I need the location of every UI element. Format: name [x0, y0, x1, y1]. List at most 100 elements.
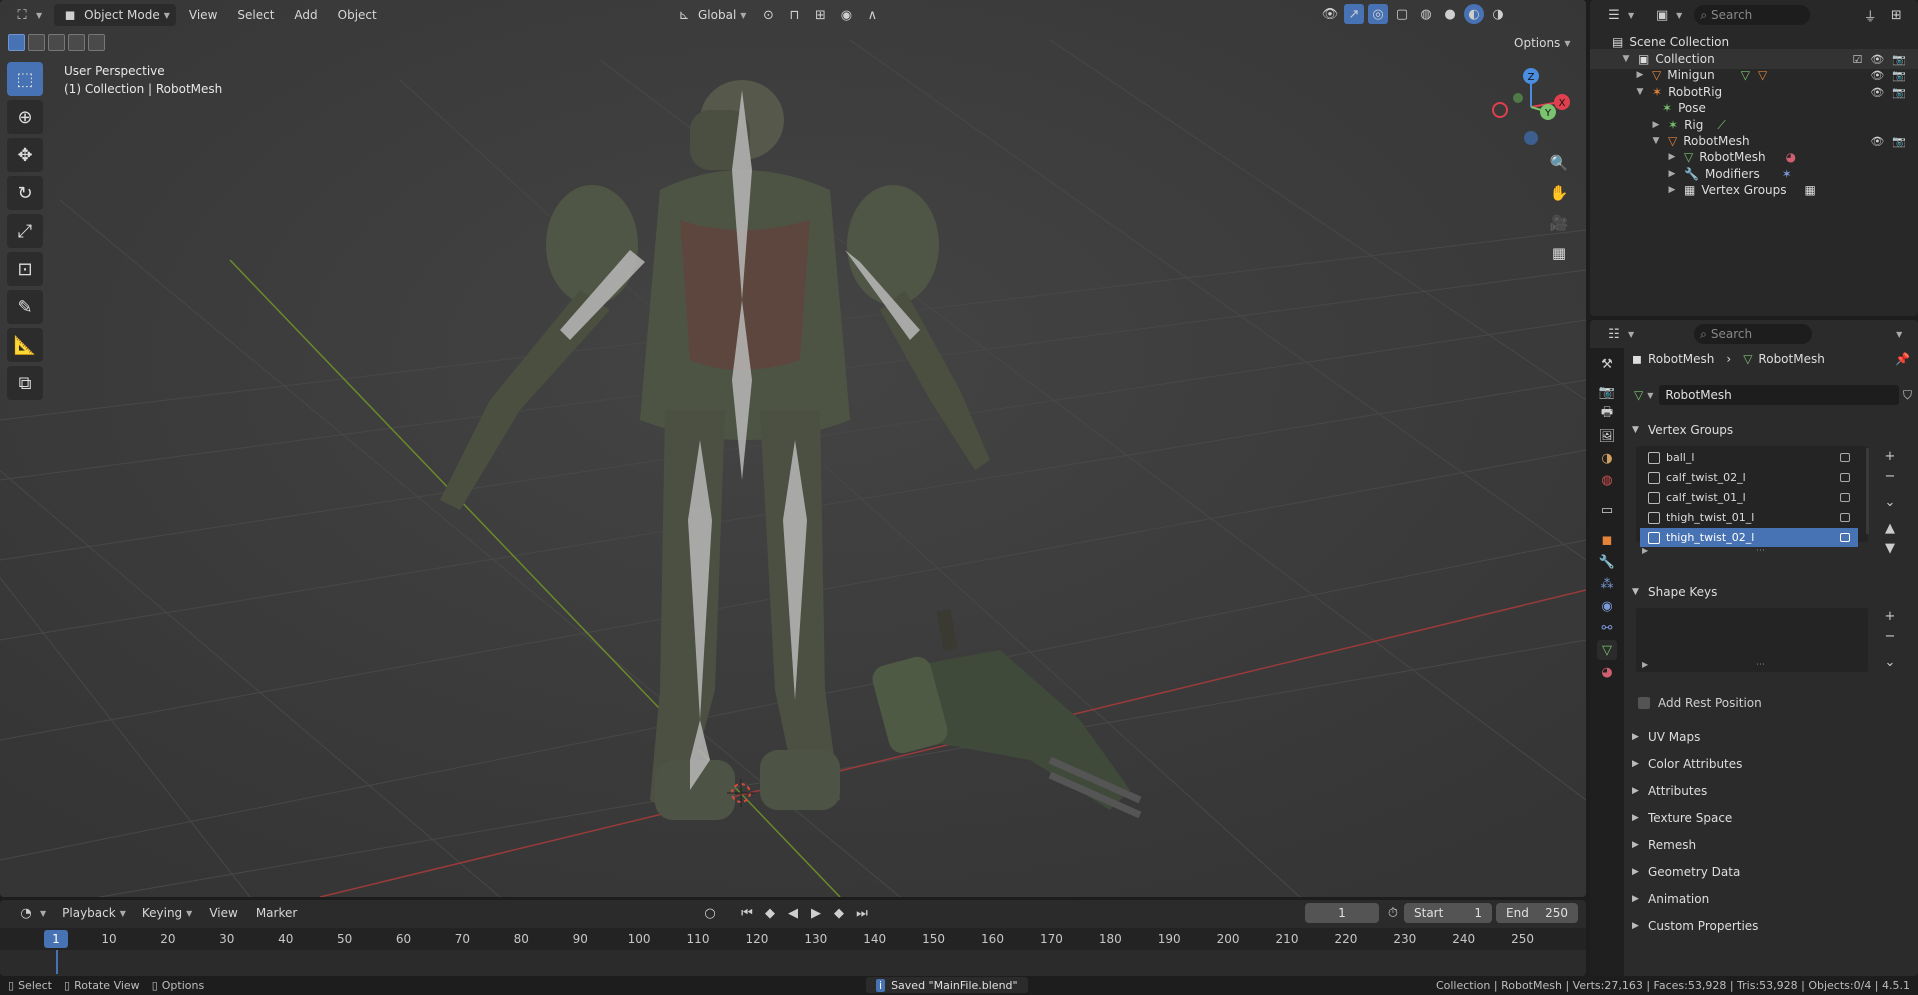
lock-icon[interactable]	[1840, 473, 1850, 482]
playback-menu[interactable]: Playback ▼	[56, 902, 132, 924]
list-resize-handle-icon[interactable]: ⋯	[1756, 660, 1765, 670]
scene-tab-icon[interactable]: ◑	[1597, 448, 1617, 468]
vertex-group-item[interactable]: thigh_twist_01_l	[1640, 508, 1858, 527]
lock-icon[interactable]	[1840, 513, 1850, 522]
rotate-tool[interactable]: ↻	[7, 176, 43, 210]
record-icon[interactable]: ○	[700, 903, 720, 923]
frame-ruler[interactable]: 1 10 20 30 40 50 60 70 80 90 100 110 120 130 140 150 16…	[0, 928, 1586, 950]
playhead-frame[interactable]: 1	[44, 930, 68, 948]
vertex-group-specials-icon[interactable]: ⌄	[1880, 492, 1900, 512]
shape-key-specials-icon[interactable]: ⌄	[1880, 652, 1900, 672]
visibility-toggles[interactable]: 👁 📷	[1870, 86, 1906, 99]
chevron-down-icon[interactable]: ▼	[1634, 87, 1646, 97]
properties-editor-type[interactable]: ☷ ▼	[1598, 323, 1640, 345]
timeline-editor[interactable]: ◔ ▼ Playback ▼ Keying ▼ View Marker ○ ⏮ ◆ ◀…	[0, 900, 1586, 976]
timeline-editor-type-button[interactable]: ◔ ▼	[10, 902, 52, 924]
keying-menu[interactable]: Keying ▼	[136, 902, 198, 924]
menu-add[interactable]: Add	[287, 8, 324, 22]
outliner-editor[interactable]: ☰ ▼ ▣ ▼ ⌕ Search ⏚ ⊞ ▤ Scene Collection ▼ ▣ Co…	[1590, 0, 1918, 316]
panel-color-attributes[interactable]: ▶ Color Attributes	[1632, 752, 1912, 776]
panel-animation[interactable]: ▶ Animation	[1632, 887, 1912, 911]
panel-uv-maps[interactable]: ▶ UV Maps	[1632, 725, 1912, 749]
move-down-icon[interactable]: ▼	[1880, 538, 1900, 558]
menu-object[interactable]: Object	[331, 8, 384, 22]
xray-icon[interactable]: ▢	[1392, 4, 1412, 24]
modifier-tab-icon[interactable]: 🔧	[1597, 552, 1617, 572]
eye-icon[interactable]: 👁	[1870, 135, 1884, 148]
list-filter-toggle-icon[interactable]: ▶	[1642, 546, 1648, 555]
select-invert-icon[interactable]	[68, 34, 85, 51]
vertex-groups-panel-header[interactable]: ▼ Vertex Groups	[1632, 418, 1912, 442]
eye-icon[interactable]: 👁	[1870, 86, 1884, 99]
eye-icon[interactable]: 👁	[1870, 69, 1884, 82]
remove-shape-key-icon[interactable]: −	[1880, 626, 1900, 646]
remove-vertex-group-icon[interactable]: −	[1880, 466, 1900, 486]
jump-end-icon[interactable]: ⏭	[852, 903, 872, 923]
solid-shading-icon[interactable]: ●	[1440, 4, 1460, 24]
add-vertex-group-icon[interactable]: +	[1880, 446, 1900, 466]
timeline-view-menu[interactable]: View	[202, 906, 244, 920]
snap-icon[interactable]: ⊓	[784, 5, 804, 25]
particles-tab-icon[interactable]: ⁂	[1597, 574, 1617, 594]
play-icon[interactable]: ▶	[806, 903, 826, 923]
jump-start-icon[interactable]: ⏮	[737, 903, 757, 923]
marker-menu[interactable]: Marker	[249, 906, 304, 920]
stopwatch-icon[interactable]: ⏱	[1383, 903, 1403, 923]
panel-custom-properties[interactable]: ▶ Custom Properties	[1632, 914, 1912, 938]
shape-key-list[interactable]	[1636, 608, 1868, 672]
pivot-icon[interactable]: ⊙	[758, 5, 778, 25]
select-intersect-icon[interactable]	[88, 34, 105, 51]
editor-type-button[interactable]: ⛶ ▼	[6, 4, 48, 26]
start-frame-field[interactable]: Start 1	[1404, 903, 1492, 923]
move-tool[interactable]: ✥	[7, 138, 43, 172]
play-reverse-icon[interactable]: ◀	[783, 903, 803, 923]
eye-icon[interactable]: 👁	[1870, 53, 1884, 66]
chevron-right-icon[interactable]: ▶	[1634, 70, 1646, 80]
zoom-icon[interactable]: 🔍	[1546, 150, 1572, 176]
chevron-right-icon[interactable]: ▶	[1666, 169, 1678, 179]
chevron-down-icon[interactable]: ▼	[1620, 54, 1632, 64]
prev-keyframe-icon[interactable]: ◆	[760, 903, 780, 923]
gizmo-toggle-icon[interactable]: ↗	[1344, 4, 1364, 24]
world-tab-icon[interactable]: ◍	[1597, 470, 1617, 490]
vertex-group-item[interactable]: calf_twist_02_l	[1640, 468, 1858, 487]
mesh-data-tab-icon[interactable]: ▽	[1597, 640, 1617, 660]
chevron-down-icon[interactable]: ▼	[1650, 136, 1662, 146]
outliner-editor-type[interactable]: ☰ ▼	[1598, 4, 1640, 26]
add-rest-position-checkbox[interactable]	[1638, 697, 1650, 709]
camera-icon[interactable]: 📷	[1892, 53, 1906, 66]
end-frame-field[interactable]: End 250	[1496, 903, 1578, 923]
annotate-tool[interactable]: ✎	[7, 290, 43, 324]
collection-tab-icon[interactable]: ▭	[1597, 500, 1617, 520]
properties-search[interactable]: ⌕ Search	[1694, 324, 1813, 344]
vertex-group-item-selected[interactable]: thigh_twist_02_l	[1640, 528, 1858, 547]
select-extend-icon[interactable]	[28, 34, 45, 51]
panel-attributes[interactable]: ▶ Attributes	[1632, 779, 1912, 803]
gizmo-neg-y-handle[interactable]	[1513, 93, 1523, 103]
constraints-tab-icon[interactable]: ⚯	[1597, 618, 1617, 638]
move-up-icon[interactable]: ▲	[1880, 518, 1900, 538]
breadcrumb-object[interactable]: RobotMesh	[1648, 352, 1714, 366]
list-filter-toggle-icon[interactable]: ▶	[1642, 660, 1648, 669]
gizmo-neg-x-handle[interactable]	[1492, 102, 1508, 118]
proportional-edit-icon[interactable]: ◉	[836, 5, 856, 25]
material-tab-icon[interactable]: ◕	[1597, 662, 1617, 682]
output-tab-icon[interactable]: 🖶	[1597, 404, 1617, 424]
pan-hand-icon[interactable]: ✋	[1546, 180, 1572, 206]
measure-tool[interactable]: 📐	[7, 328, 43, 362]
mesh-name-field[interactable]: RobotMesh	[1659, 385, 1899, 405]
vertex-group-item[interactable]: ball_l	[1640, 448, 1858, 467]
current-frame-field[interactable]: 1	[1305, 903, 1379, 923]
lock-icon[interactable]	[1840, 453, 1850, 462]
material-shading-icon[interactable]: ◐	[1464, 4, 1484, 24]
new-collection-icon[interactable]: ⊞	[1886, 5, 1906, 25]
ortho-grid-icon[interactable]: ▦	[1546, 240, 1572, 266]
mode-dropdown[interactable]: ◼ Object Mode ▼	[54, 4, 176, 26]
filter-icon[interactable]: ⏚	[1860, 5, 1880, 25]
menu-select[interactable]: Select	[230, 8, 281, 22]
visibility-toggles[interactable]: 👁 📷	[1870, 135, 1906, 148]
cursor-tool[interactable]: ⊕	[7, 100, 43, 134]
breadcrumb-mesh[interactable]: RobotMesh	[1758, 352, 1824, 366]
view-layer-tab-icon[interactable]: 🖼	[1597, 426, 1617, 446]
vertex-group-item[interactable]: calf_twist_01_l	[1640, 488, 1858, 507]
